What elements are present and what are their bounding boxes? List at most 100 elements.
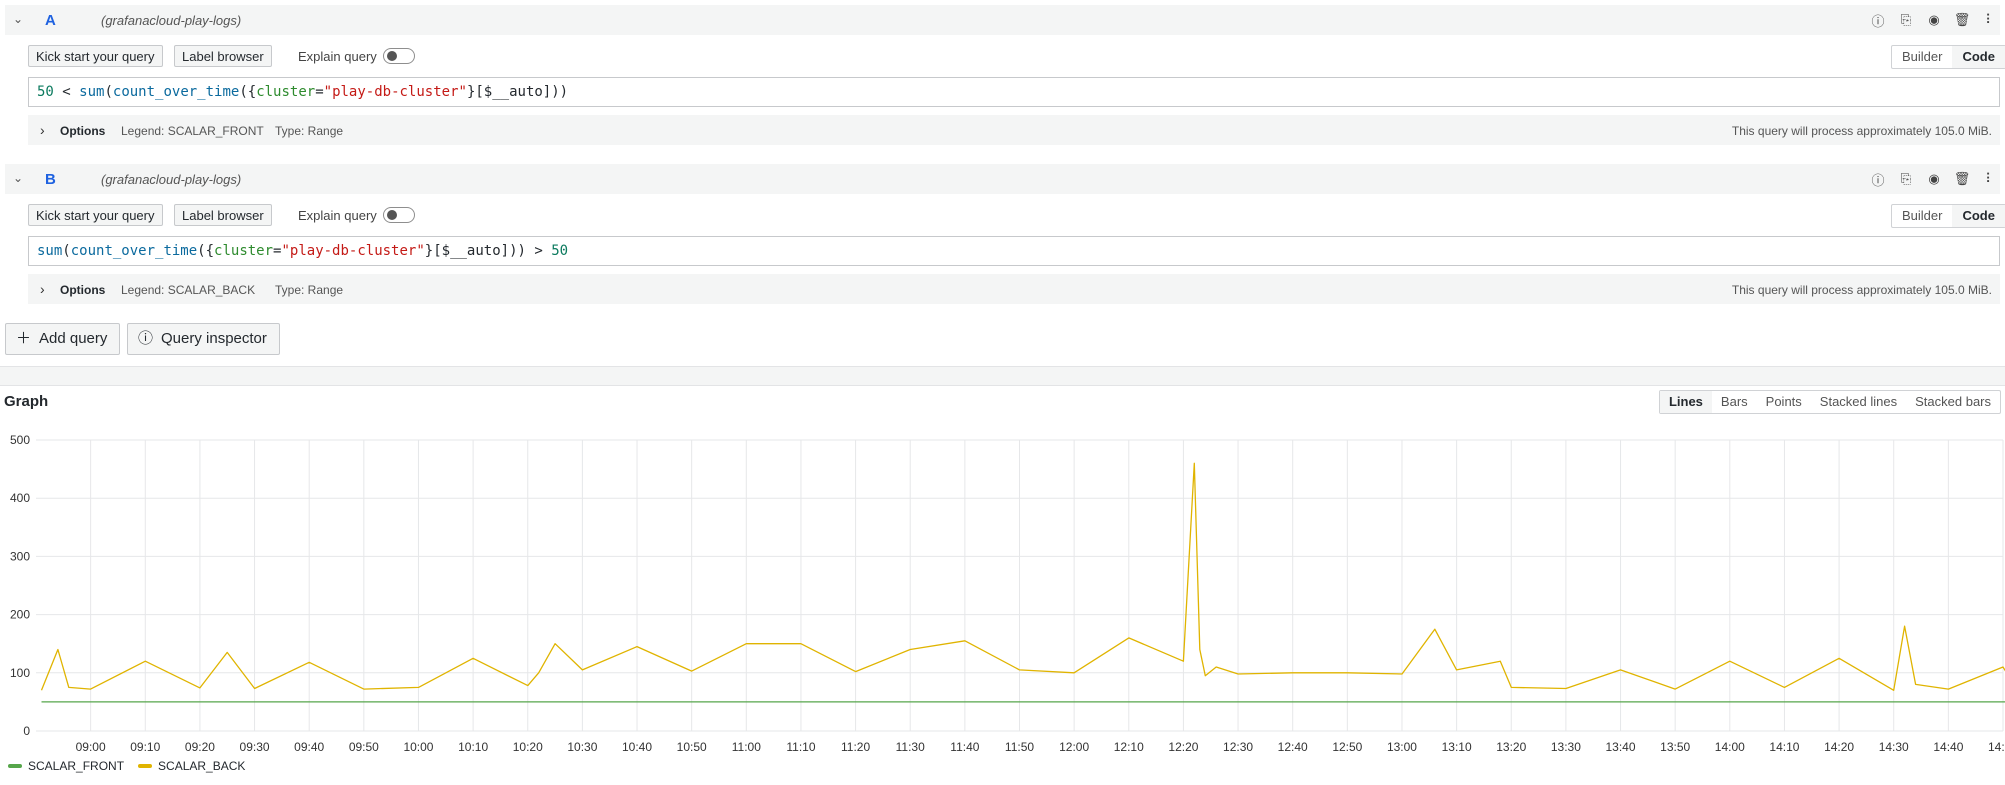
vis-option-bars[interactable]: Bars [1712, 391, 1757, 413]
toggle-knob [387, 51, 397, 61]
collapse-chevron-icon[interactable]: ⌄ [13, 171, 23, 185]
query-inspector-button[interactable]: ⓘ Query inspector [127, 323, 280, 355]
kick-start-button[interactable]: Kick start your query [28, 45, 163, 67]
builder-mode-button[interactable]: Builder [1892, 46, 1952, 68]
help-icon[interactable]: ⓘ [1868, 10, 1888, 30]
query-inspector-label: Query inspector [161, 330, 267, 347]
datasource-name: (grafanacloud-play-logs) [101, 172, 242, 187]
explain-query-label: Explain query [298, 208, 377, 223]
expr-token: 50 [37, 84, 54, 100]
add-query-button[interactable]: ＋ Add query [5, 323, 121, 355]
x-tick-label: 09:30 [240, 740, 270, 754]
add-query-label: Add query [39, 330, 108, 347]
query-letter[interactable]: B [45, 171, 56, 188]
x-tick-label: 12:40 [1278, 740, 1308, 754]
x-tick-label: 10:50 [677, 740, 707, 754]
expr-token: ( [104, 84, 113, 100]
y-tick-label: 400 [10, 491, 30, 505]
query-editor[interactable]: sum(count_over_time({cluster="play-db-cl… [28, 236, 2000, 266]
legend-swatch [138, 764, 153, 768]
duplicate-icon[interactable]: ⎘ [1896, 10, 1916, 30]
plus-icon: ＋ [16, 330, 32, 347]
expr-token: = [315, 84, 324, 100]
expr-token: < [53, 84, 80, 100]
x-tick-label: 13:30 [1551, 740, 1581, 754]
query-options-row[interactable]: › Options Legend: SCALAR_FRONT Type: Ran… [28, 115, 2000, 145]
y-tick-label: 200 [10, 608, 30, 622]
query-row-actions: ⓘ ⎘ ◉ 🗑︎ ⠇ [1868, 169, 2000, 189]
kick-start-button[interactable]: Kick start your query [28, 204, 163, 226]
query-options-row[interactable]: › Options Legend: SCALAR_BACK Type: Rang… [28, 274, 2000, 304]
x-tick-label: 12:30 [1223, 740, 1253, 754]
panel-divider [0, 366, 2005, 386]
trash-icon[interactable]: 🗑︎ [1952, 10, 1972, 30]
x-tick-label: 10:40 [622, 740, 652, 754]
type-summary: Type: Range [275, 124, 344, 138]
x-tick-label: 10:10 [458, 740, 488, 754]
x-tick-label: 11:50 [1005, 740, 1034, 754]
series-line-scalar-back [40, 462, 2005, 691]
label-browser-button[interactable]: Label browser [174, 45, 272, 67]
code-mode-button[interactable]: Code [1952, 46, 2005, 68]
expr-token: sum [37, 243, 63, 259]
vis-option-lines[interactable]: Lines [1659, 391, 1712, 413]
eye-icon[interactable]: ◉ [1924, 169, 1944, 189]
legend-summary: Legend: SCALAR_FRONT [121, 124, 264, 138]
x-tick-label: 13:00 [1387, 740, 1417, 754]
x-tick-label: 11:30 [896, 740, 925, 754]
legend-summary: Legend: SCALAR_BACK [121, 283, 256, 297]
x-tick-label: 12:00 [1059, 740, 1089, 754]
x-tick-label: 11:00 [732, 740, 761, 754]
expr-token: cluster [214, 243, 274, 259]
x-tick-label: 09:10 [130, 740, 160, 754]
explain-query-toggle[interactable] [383, 207, 415, 223]
y-tick-label: 100 [10, 666, 30, 680]
x-tick-label: 14:30 [1879, 740, 1909, 754]
editor-mode-switch: Builder Code [1891, 45, 2005, 69]
query-editor[interactable]: 50 < sum(count_over_time({cluster="play-… [28, 77, 2000, 107]
x-tick-label: 11:10 [786, 740, 815, 754]
legend-label: SCALAR_FRONT [28, 759, 125, 773]
query-row-header-a: ⌄ A (grafanacloud-play-logs) ⓘ ⎘ ◉ 🗑︎ ⠇ [5, 5, 2000, 35]
legend-item[interactable]: SCALAR_BACK [138, 759, 245, 773]
x-tick-label: 13:50 [1660, 740, 1690, 754]
code-mode-button[interactable]: Code [1952, 205, 2005, 227]
drag-handle-icon[interactable]: ⠇ [1980, 169, 2000, 189]
label-browser-button[interactable]: Label browser [174, 204, 272, 226]
vis-option-points[interactable]: Points [1757, 391, 1811, 413]
expr-token: "play-db-cluster" [323, 84, 467, 100]
help-icon[interactable]: ⓘ [1868, 169, 1888, 189]
x-tick-label: 12:20 [1168, 740, 1198, 754]
trash-icon[interactable]: 🗑︎ [1952, 169, 1972, 189]
builder-mode-button[interactable]: Builder [1892, 205, 1952, 227]
chart-legend: SCALAR_FRONT SCALAR_BACK [8, 759, 245, 773]
x-tick-label: 13:40 [1606, 740, 1636, 754]
query-letter[interactable]: A [45, 12, 56, 29]
drag-handle-icon[interactable]: ⠇ [1980, 10, 2000, 30]
duplicate-icon[interactable]: ⎘ [1896, 169, 1916, 189]
collapse-chevron-icon[interactable]: ⌄ [13, 12, 23, 26]
x-tick-label: 12:50 [1332, 740, 1362, 754]
eye-icon[interactable]: ◉ [1924, 10, 1944, 30]
expr-token: "play-db-cluster" [281, 243, 425, 259]
graph-chart[interactable]: 0 100 200 300 400 500 09:00 09:10 09:20 09:30 09:4… [0, 420, 2005, 760]
expand-chevron-icon[interactable]: › [40, 122, 45, 138]
x-tick-label: 12:10 [1114, 740, 1144, 754]
explain-query-toggle[interactable] [383, 48, 415, 64]
process-estimate: This query will process approximately 10… [1731, 124, 1992, 138]
query-row-header-b: ⌄ B (grafanacloud-play-logs) ⓘ ⎘ ◉ 🗑︎ ⠇ [5, 164, 2000, 194]
x-tick-label: 09:20 [185, 740, 215, 754]
legend-item[interactable]: SCALAR_FRONT [8, 759, 124, 773]
x-tick-label: 14:20 [1824, 740, 1854, 754]
x-tick-label: 09:40 [294, 740, 324, 754]
editor-mode-switch: Builder Code [1891, 204, 2005, 228]
vis-option-stacked-bars[interactable]: Stacked bars [1906, 391, 2000, 413]
graph-title: Graph [4, 393, 49, 410]
vis-option-stacked-lines[interactable]: Stacked lines [1811, 391, 1906, 413]
expand-chevron-icon[interactable]: › [40, 281, 45, 297]
expr-token: cluster [256, 84, 316, 100]
datasource-name: (grafanacloud-play-logs) [101, 13, 242, 28]
options-label: Options [60, 283, 106, 297]
x-tick-label: 14:10 [1769, 740, 1799, 754]
expr-token: count_over_time [112, 84, 240, 100]
